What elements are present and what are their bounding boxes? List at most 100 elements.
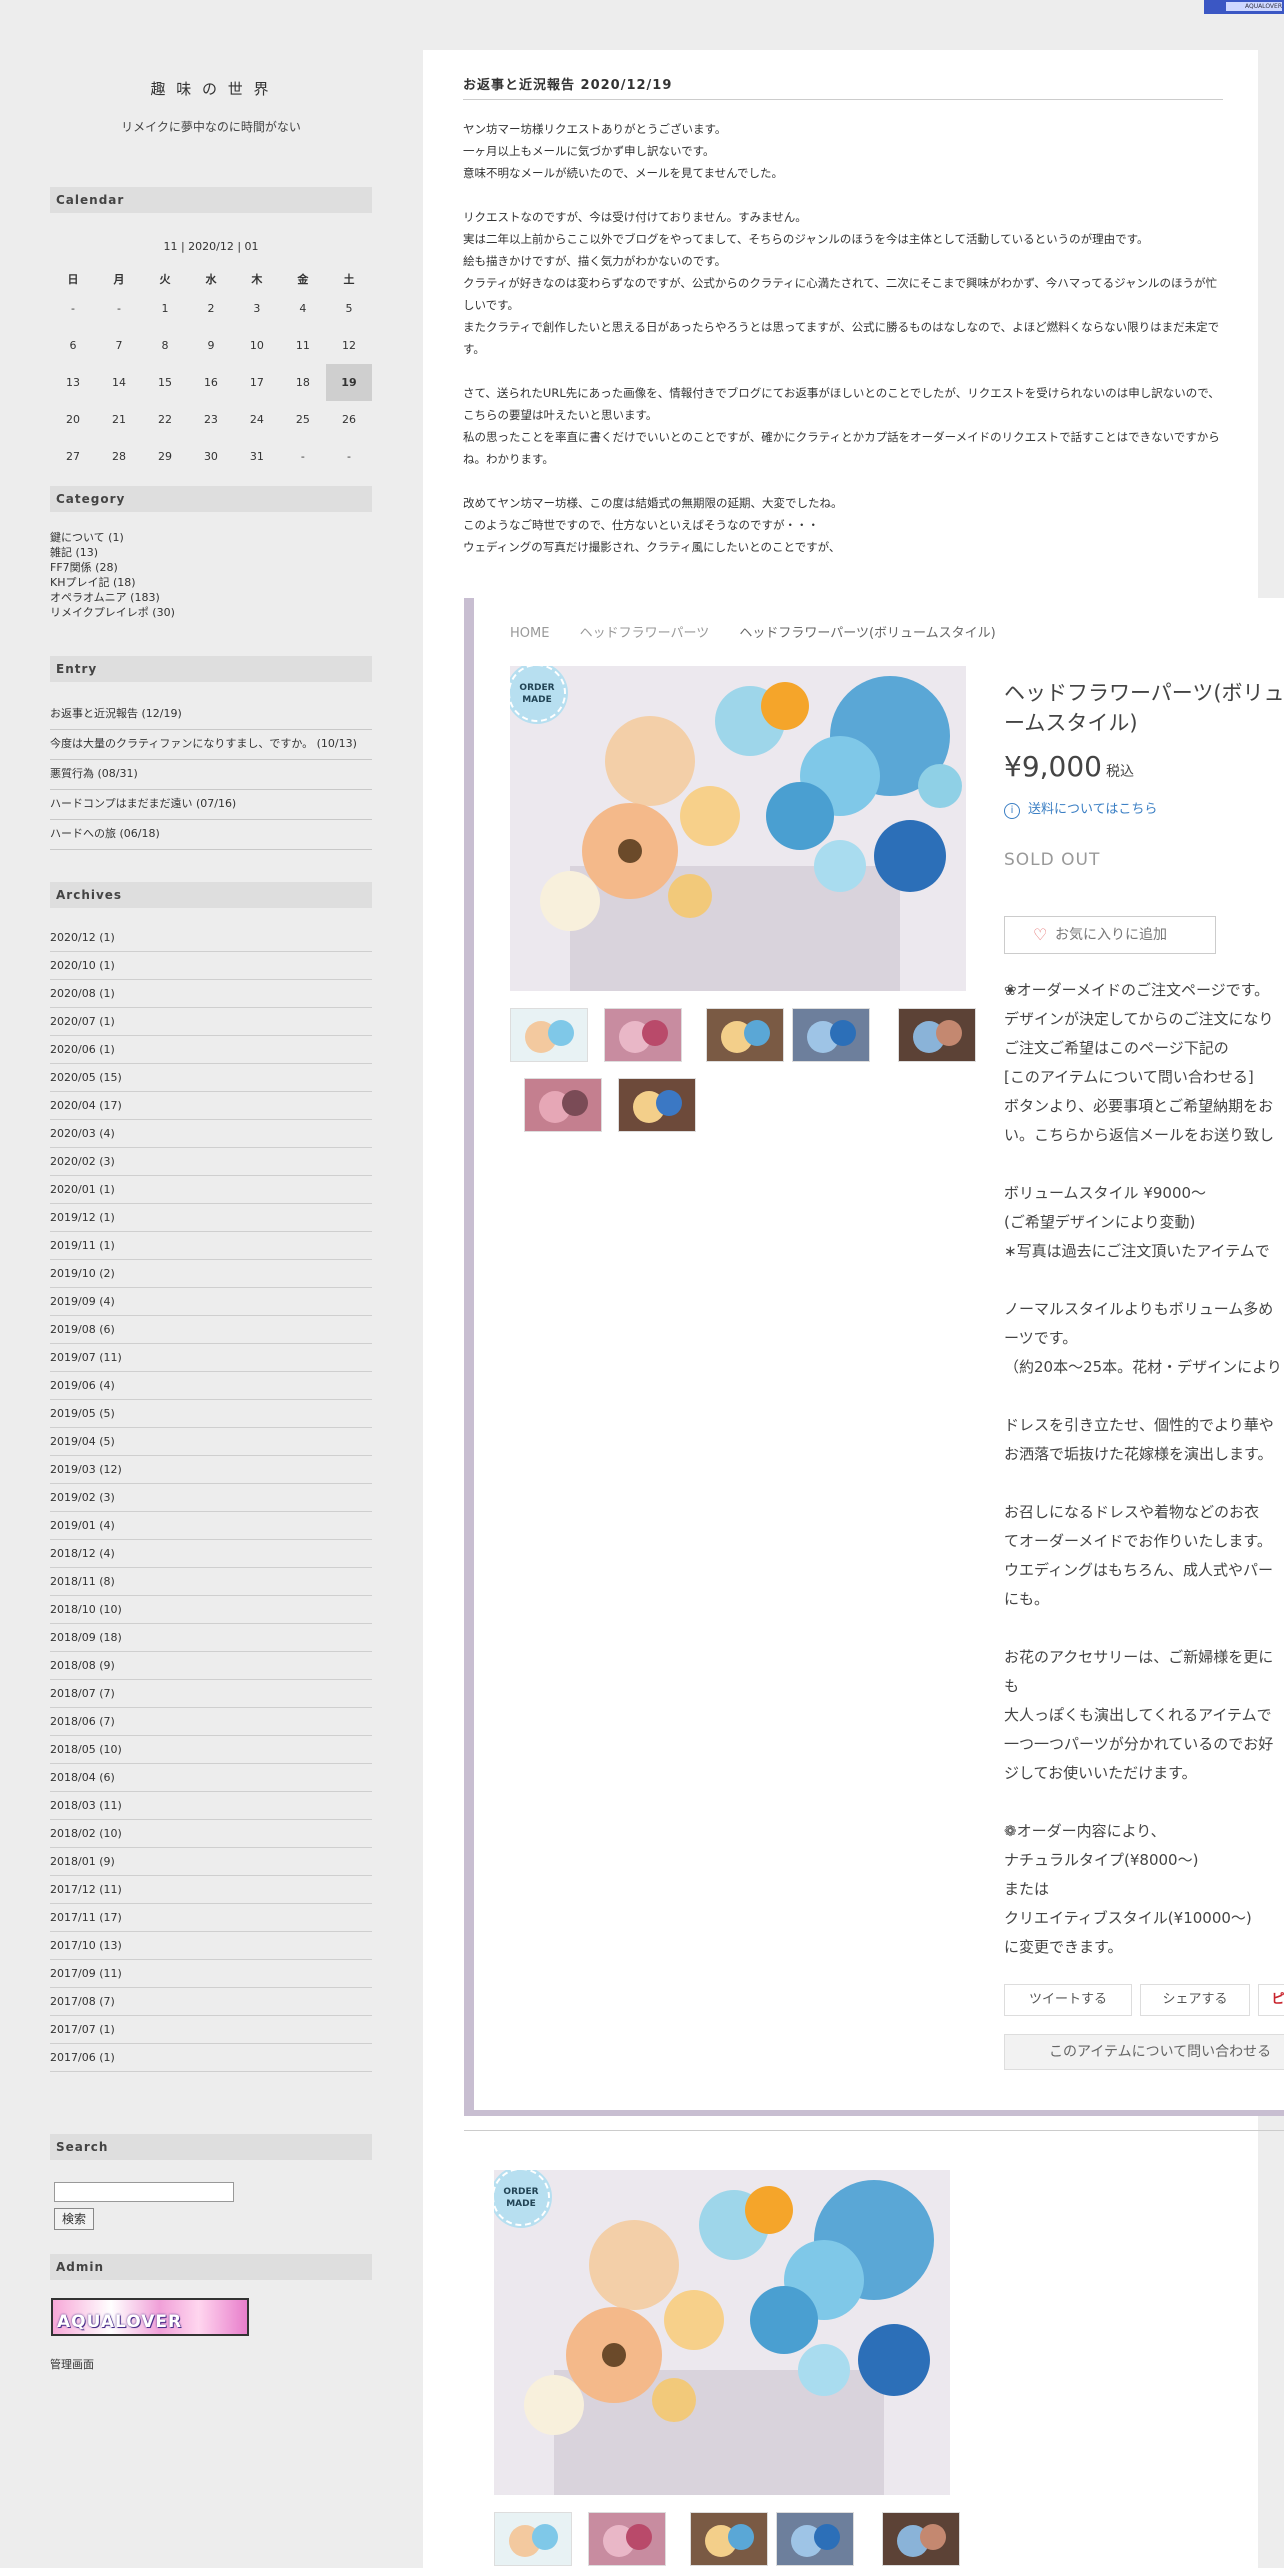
archive-item[interactable]: 2019/12 (1) [50,1204,372,1232]
archive-item[interactable]: 2020/08 (1) [50,980,372,1008]
archive-item[interactable]: 2019/03 (12) [50,1456,372,1484]
top-right-banner[interactable]: AQUALOVER [1204,0,1284,14]
archive-item[interactable]: 2019/02 (3) [50,1484,372,1512]
archive-item[interactable]: 2020/02 (3) [50,1148,372,1176]
post-paragraph: リクエストなのですが、今は受け付けておりません。すみません。 実は二年以上前からこ… [463,206,1223,360]
category-item[interactable]: FF7関係 (28) [50,560,175,575]
category-item[interactable]: オペラオムニア (183) [50,590,175,605]
pinterest-button[interactable]: ピ [1258,1984,1284,2016]
archive-item[interactable]: 2017/11 (17) [50,1904,372,1932]
info-icon: i [1004,803,1020,819]
archive-item[interactable]: 2019/05 (5) [50,1400,372,1428]
archive-item[interactable]: 2019/06 (4) [50,1372,372,1400]
admin-link[interactable]: 管理画面 [50,2356,94,2372]
breadcrumb: HOME ヘッドフラワーパーツ ヘッドフラワーパーツ(ボリュームスタイル) [510,622,1022,641]
calendar-day: 4 [299,302,307,315]
archive-item[interactable]: 2018/10 (10) [50,1596,372,1624]
product-thumbnail[interactable] [510,1008,588,1062]
entry-item[interactable]: お返事と近況報告 (12/19) [50,700,372,730]
calendar-day[interactable]: 19 [325,364,372,401]
category-item[interactable]: リメイクプレイレポ (30) [50,605,175,620]
breadcrumb-category[interactable]: ヘッドフラワーパーツ [580,626,710,641]
archive-item[interactable]: 2020/10 (1) [50,952,372,980]
search-input[interactable] [54,2182,234,2202]
entry-item[interactable]: 悪質行為 (08/31) [50,760,372,790]
description-line: 大人っぽくも演出してくれるアイテムで [1004,1706,1272,1724]
breadcrumb-home[interactable]: HOME [510,626,549,641]
archive-item[interactable]: 2020/06 (1) [50,1036,372,1064]
category-item[interactable]: 鍵について (1) [50,530,175,545]
post-paragraph: ヤン坊マー坊様リクエストありがとうございます。 一ヶ月以上もメールに気づかず申し訳… [463,118,1223,184]
post-line: またクラティで創作したいと思える日があったらやろうとは思ってますが、公式に勝るも… [463,320,1220,356]
archive-item[interactable]: 2020/12 (1) [50,924,372,952]
product-thumbnail[interactable] [898,1008,976,1062]
calendar-day: - [71,302,75,315]
archive-item[interactable]: 2019/11 (1) [50,1232,372,1260]
category-item[interactable]: 雑記 (13) [50,545,175,560]
post-title[interactable]: お返事と近況報告 2020/12/19 [463,74,1223,100]
product-thumbnail[interactable] [792,1008,870,1062]
archive-item[interactable]: 2019/08 (6) [50,1316,372,1344]
product-thumbnail[interactable] [882,2512,960,2566]
product-photo-second[interactable]: ORDER MADE [494,2170,950,2495]
add-favorite-button[interactable]: ♡ お気に入りに追加 [1004,916,1216,954]
archive-item[interactable]: 2019/04 (5) [50,1428,372,1456]
product-thumbnail[interactable] [776,2512,854,2566]
archive-item[interactable]: 2020/03 (4) [50,1120,372,1148]
archive-item[interactable]: 2018/04 (6) [50,1764,372,1792]
shipping-link[interactable]: i 送料についてはこちら [1004,798,1157,819]
archive-item[interactable]: 2020/04 (17) [50,1092,372,1120]
search-button[interactable]: 検索 [54,2208,94,2230]
product-thumbnail[interactable] [524,1078,602,1132]
archive-item[interactable]: 2020/05 (15) [50,1064,372,1092]
entry-item[interactable]: ハードへの旅 (06/18) [50,820,372,850]
archive-item[interactable]: 2018/03 (11) [50,1792,372,1820]
archive-item[interactable]: 2020/07 (1) [50,1008,372,1036]
archive-item[interactable]: 2018/06 (7) [50,1708,372,1736]
description-line: てオーダーメイドでお作りいたします。 [1004,1532,1272,1550]
site-title[interactable]: 趣 味 の 世 界 [50,78,372,99]
product-main-photo[interactable]: ORDER MADE [510,666,966,991]
archive-item[interactable]: 2018/01 (9) [50,1848,372,1876]
archive-item[interactable]: 2019/07 (11) [50,1344,372,1372]
archive-item[interactable]: 2019/01 (4) [50,1512,372,1540]
product-thumbnail[interactable] [604,1008,682,1062]
calendar-nav[interactable]: 11 | 2020/12 | 01 [50,240,372,253]
archive-item[interactable]: 2017/10 (13) [50,1932,372,1960]
description-line: お洒落で垢抜けた花嫁様を演出します。 [1004,1445,1273,1463]
archive-item[interactable]: 2017/12 (11) [50,1876,372,1904]
entry-item[interactable]: 今度は大量のクラティファンになりすまし、ですか。 (10/13) [50,730,372,760]
archive-item[interactable]: 2018/09 (18) [50,1624,372,1652]
archive-item[interactable]: 2017/06 (1) [50,2044,372,2072]
archive-item[interactable]: 2018/05 (10) [50,1736,372,1764]
ask-about-item-button[interactable]: このアイテムについて問い合わせる [1004,2034,1284,2070]
archive-item[interactable]: 2017/08 (7) [50,1988,372,2016]
archive-item[interactable]: 2019/10 (2) [50,1260,372,1288]
archive-item[interactable]: 2018/07 (7) [50,1680,372,1708]
aqualover-banner[interactable]: AQUALOVER [51,2298,249,2336]
archive-item[interactable]: 2018/11 (8) [50,1568,372,1596]
archive-item[interactable]: 2018/08 (9) [50,1652,372,1680]
category-item[interactable]: KHプレイ記 (18) [50,575,175,590]
description-line: ボリュームスタイル ¥9000〜 [1004,1184,1207,1202]
product-thumbnail[interactable] [706,1008,784,1062]
archive-item[interactable]: 2018/02 (10) [50,1820,372,1848]
product-thumbnail[interactable] [690,2512,768,2566]
calendar-heading: Calendar [50,187,372,213]
archive-item[interactable]: 2018/12 (4) [50,1540,372,1568]
category-heading: Category [50,486,372,512]
facebook-share-button[interactable]: シェアする [1140,1984,1250,2016]
archive-item[interactable]: 2017/09 (11) [50,1960,372,1988]
product-name: ヘッドフラワーパーツ(ボリュームスタイル) [1004,681,1284,735]
product-thumbnail[interactable] [494,2512,572,2566]
description-line: い。こちらから返信メールをお送り致し [1004,1126,1275,1144]
archive-item[interactable]: 2017/07 (1) [50,2016,372,2044]
archive-item[interactable]: 2020/01 (1) [50,1176,372,1204]
tweet-button[interactable]: ツイートする [1004,1984,1132,2016]
entry-item[interactable]: ハードコンプはまだまだ遠い (07/16) [50,790,372,820]
product-thumbnail[interactable] [588,2512,666,2566]
post-line: 一ヶ月以上もメールに気づかず申し訳ないです。 [463,144,715,158]
product-thumbnail[interactable] [618,1078,696,1132]
archive-item[interactable]: 2019/09 (4) [50,1288,372,1316]
flower-photo-image-2 [494,2170,950,2495]
